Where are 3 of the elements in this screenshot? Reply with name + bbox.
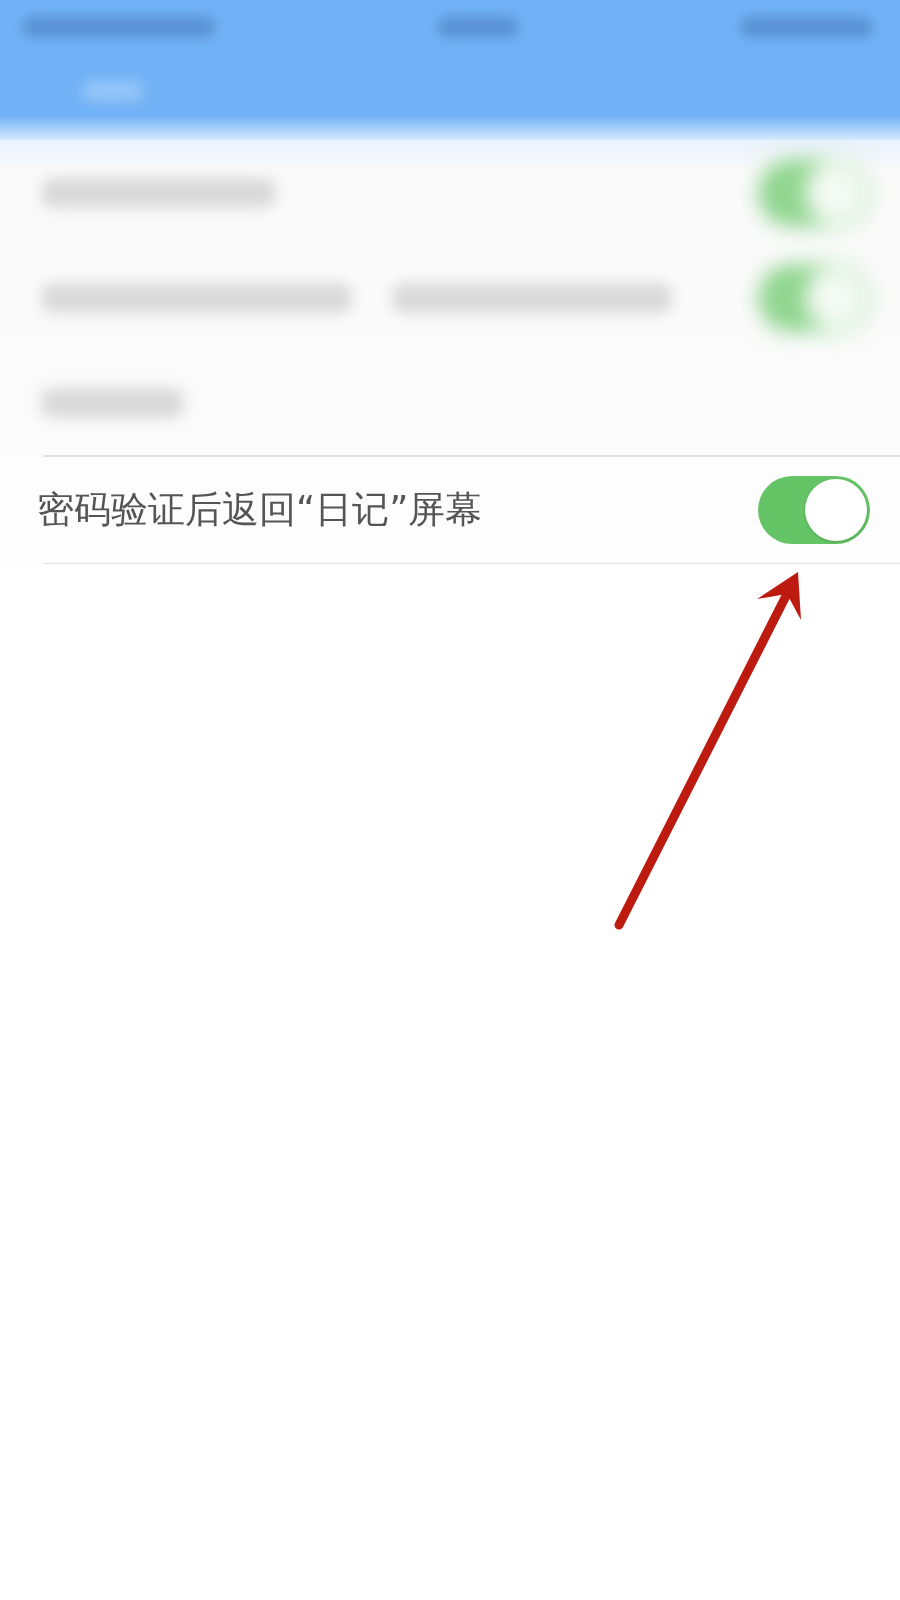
blurred-toggle[interactable] bbox=[758, 158, 870, 227]
blurred-toggle[interactable] bbox=[758, 263, 870, 332]
setting-label: 密码验证后返回“日记”屏幕 bbox=[37, 486, 483, 533]
